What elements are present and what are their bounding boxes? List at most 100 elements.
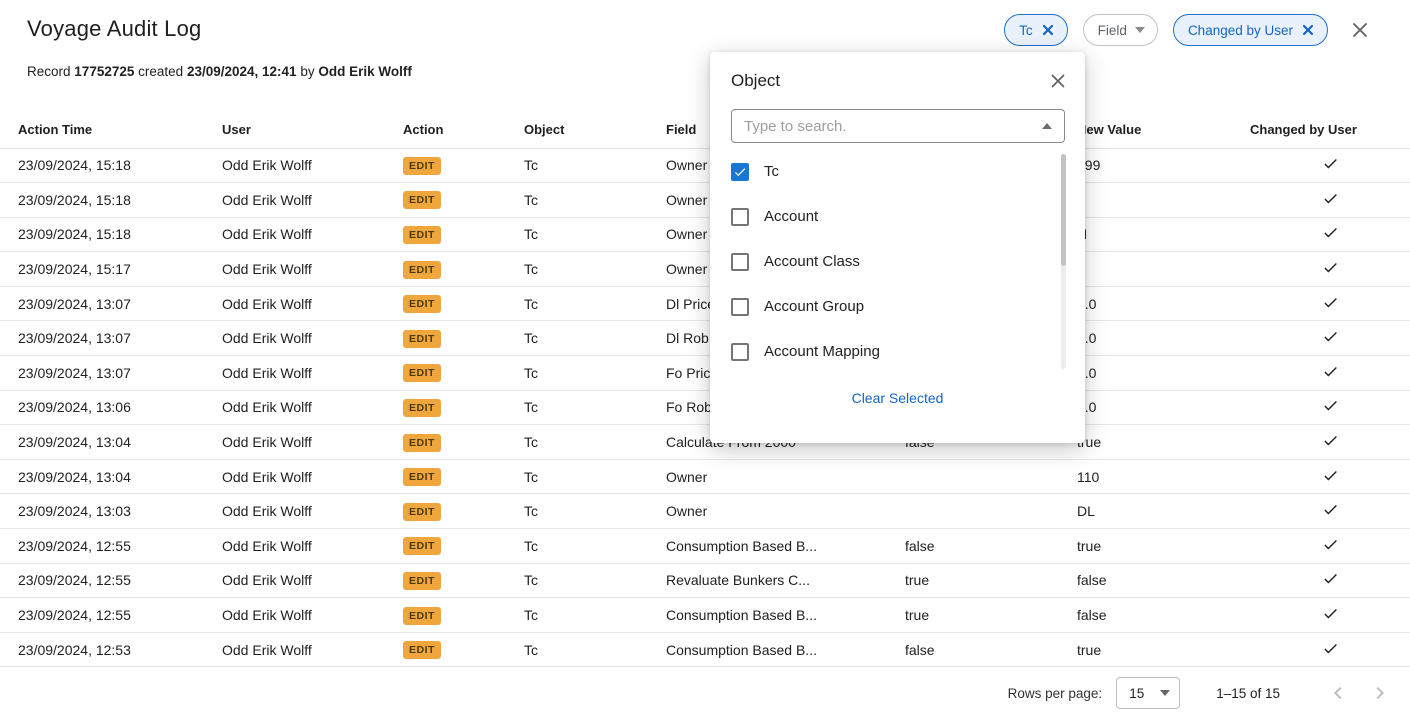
cell-field: Consumption Based B...: [666, 632, 905, 667]
cell-action-time: 23/09/2024, 15:18: [0, 183, 222, 218]
option-checkbox[interactable]: [731, 253, 749, 271]
object-option[interactable]: Account Mapping: [710, 329, 1085, 374]
record-prefix: Record: [27, 64, 71, 79]
cell-field: Owner: [666, 494, 905, 529]
table-row: 23/09/2024, 13:06 Odd Erik Wolff EDIT Tc…: [0, 390, 1410, 425]
check-icon: [1322, 640, 1339, 657]
chevron-right-icon: [1368, 681, 1392, 705]
check-icon: [1322, 190, 1339, 207]
edit-badge: EDIT: [403, 434, 441, 452]
cell-old-value: [905, 459, 1063, 494]
cell-user: Odd Erik Wolff: [222, 390, 403, 425]
header-actions: Tc Field Changed by User: [989, 14, 1370, 46]
audit-log-table: Action Time User Action Object Field Old…: [0, 112, 1410, 667]
previous-page-button[interactable]: [1324, 679, 1352, 707]
cell-changed-by-user: [1250, 321, 1410, 356]
filter-chip-changed-by-user[interactable]: Changed by User: [1173, 14, 1328, 46]
check-icon: [1322, 397, 1339, 414]
remove-filter-icon[interactable]: [1301, 23, 1315, 37]
edit-badge: EDIT: [403, 537, 441, 555]
edit-badge: EDIT: [403, 226, 441, 244]
cell-field: Revaluate Bunkers C...: [666, 563, 905, 598]
cell-action: EDIT: [403, 252, 524, 287]
option-checkbox[interactable]: [731, 298, 749, 316]
cell-object: Tc: [524, 529, 666, 564]
column-header-changed-by-user: Changed by User: [1250, 112, 1410, 148]
cell-action: EDIT: [403, 286, 524, 321]
object-option[interactable]: Account Class: [710, 239, 1085, 284]
cell-old-value: true: [905, 598, 1063, 633]
option-label: Account Group: [764, 298, 864, 315]
chevron-down-icon: [1160, 690, 1170, 696]
option-checkbox[interactable]: [731, 208, 749, 226]
table-pagination: Rows per page: 15 1–15 of 15: [0, 668, 1410, 718]
cell-changed-by-user: [1250, 494, 1410, 529]
chevron-left-icon: [1326, 681, 1350, 705]
cell-action: EDIT: [403, 148, 524, 183]
option-label: Account: [764, 208, 818, 225]
edit-badge: EDIT: [403, 572, 441, 590]
next-page-button[interactable]: [1366, 679, 1394, 707]
cell-changed-by-user: [1250, 148, 1410, 183]
check-icon: [1322, 570, 1339, 587]
edit-badge: EDIT: [403, 330, 441, 348]
cell-action: EDIT: [403, 632, 524, 667]
table-row: 23/09/2024, 12:55 Odd Erik Wolff EDIT Tc…: [0, 598, 1410, 633]
cell-old-value: false: [905, 529, 1063, 564]
check-icon: [1322, 363, 1339, 380]
cell-user: Odd Erik Wolff: [222, 459, 403, 494]
cell-action: EDIT: [403, 425, 524, 460]
dialog-header: Object: [710, 52, 1085, 91]
object-search-input[interactable]: [740, 110, 1042, 142]
record-created-at: 23/09/2024, 12:41: [187, 64, 297, 79]
cell-new-value: 0.0: [1063, 321, 1250, 356]
object-option[interactable]: Account Group: [710, 284, 1085, 329]
object-option[interactable]: Account: [710, 194, 1085, 239]
record-by-word: by: [300, 64, 314, 79]
cell-user: Odd Erik Wolff: [222, 183, 403, 218]
table-row: 23/09/2024, 13:07 Odd Erik Wolff EDIT Tc…: [0, 286, 1410, 321]
close-icon[interactable]: [1350, 20, 1370, 40]
clear-selected-button[interactable]: Clear Selected: [710, 390, 1085, 406]
object-filter-dialog: Object Tc Account Account Class Account …: [710, 52, 1085, 443]
remove-filter-icon[interactable]: [1041, 23, 1055, 37]
object-option[interactable]: Tc: [710, 149, 1085, 194]
cell-new-value: 0.0: [1063, 390, 1250, 425]
cell-user: Odd Erik Wolff: [222, 321, 403, 356]
collapse-caret-icon[interactable]: [1042, 123, 1052, 129]
check-icon: [1322, 467, 1339, 484]
cell-action-time: 23/09/2024, 13:04: [0, 459, 222, 494]
object-option-list: Tc Account Account Class Account Group A…: [710, 149, 1085, 374]
cell-action: EDIT: [403, 494, 524, 529]
cell-new-value: 999: [1063, 148, 1250, 183]
record-summary: Record 17752725 created 23/09/2024, 12:4…: [27, 64, 412, 79]
scrollbar-thumb[interactable]: [1061, 154, 1066, 266]
cell-field: Owner: [666, 459, 905, 494]
cell-user: Odd Erik Wolff: [222, 252, 403, 287]
option-checkbox[interactable]: [731, 343, 749, 361]
edit-badge: EDIT: [403, 261, 441, 279]
check-icon: [1322, 501, 1339, 518]
cell-old-value: [905, 494, 1063, 529]
table-row: 23/09/2024, 13:04 Odd Erik Wolff EDIT Tc…: [0, 425, 1410, 460]
cell-changed-by-user: [1250, 459, 1410, 494]
check-icon: [1322, 259, 1339, 276]
edit-badge: EDIT: [403, 607, 441, 625]
cell-user: Odd Erik Wolff: [222, 425, 403, 460]
cell-old-value: false: [905, 632, 1063, 667]
cell-changed-by-user: [1250, 356, 1410, 391]
edit-badge: EDIT: [403, 641, 441, 659]
filter-chip-object[interactable]: Tc: [1004, 14, 1068, 46]
dialog-close-icon[interactable]: [1049, 72, 1067, 90]
filter-chip-field[interactable]: Field: [1083, 14, 1158, 46]
column-header-new-value: New Value: [1063, 112, 1250, 148]
cell-action-time: 23/09/2024, 12:53: [0, 632, 222, 667]
record-id: 17752725: [74, 64, 134, 79]
cell-action-time: 23/09/2024, 13:03: [0, 494, 222, 529]
cell-user: Odd Erik Wolff: [222, 494, 403, 529]
option-label: Account Mapping: [764, 343, 880, 360]
rows-per-page-select[interactable]: 15: [1116, 677, 1180, 709]
option-checkbox[interactable]: [731, 163, 749, 181]
table-row: 23/09/2024, 15:17 Odd Erik Wolff EDIT Tc…: [0, 252, 1410, 287]
option-label: Account Class: [764, 253, 860, 270]
